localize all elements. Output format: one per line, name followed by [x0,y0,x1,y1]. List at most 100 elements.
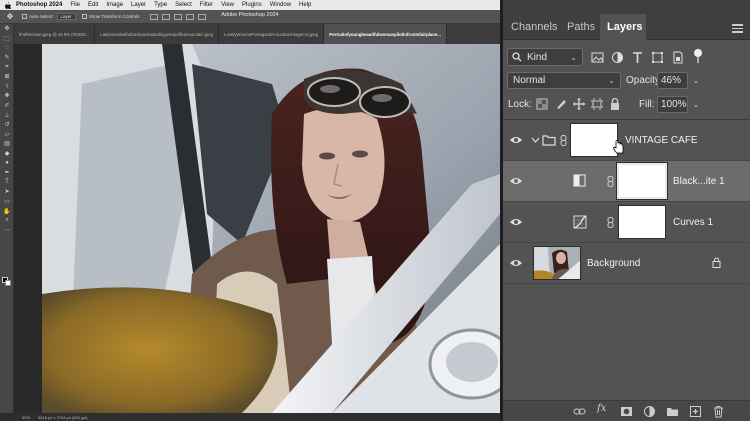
link-icon[interactable] [607,217,614,228]
history-brush-tool-icon[interactable]: ↺ [0,120,14,130]
healing-brush-tool-icon[interactable]: ✚ [0,91,14,101]
chevron-down-icon[interactable] [531,136,540,144]
document-tab-active[interactable]: Portraitofyoungbeautifulwomanpilotinfron… [324,24,447,44]
add-mask-icon[interactable] [620,405,633,418]
menu-edit[interactable]: Edit [88,2,98,8]
eyedropper-tool-icon[interactable]: ⌇ [0,82,14,92]
link-icon[interactable] [607,176,614,187]
move-tool-icon[interactable]: ✥ [0,24,14,34]
lock-transparent-pixels-icon[interactable] [536,98,548,110]
delete-layer-icon[interactable] [712,405,725,418]
align-middle-icon[interactable] [197,13,206,20]
align-center-icon[interactable] [161,13,170,20]
eye-icon[interactable] [510,135,522,145]
filter-toggle-icon[interactable] [693,48,703,64]
move-tool-icon[interactable]: ✥ [4,12,16,22]
path-selection-tool-icon[interactable]: ➤ [0,187,14,197]
align-top-icon[interactable] [185,13,194,20]
auto-select-checkbox[interactable] [22,14,27,19]
eye-icon[interactable] [510,258,522,268]
more-tools-icon[interactable]: ⋯ [0,225,14,235]
panel-menu-icon[interactable] [732,24,743,33]
type-layer-filter-icon[interactable] [631,51,644,64]
layer-row-vintage-cafe[interactable]: VINTAGE CAFE [503,120,750,161]
opacity-input[interactable]: 46% [657,72,688,89]
layer-mask-thumbnail[interactable] [616,162,668,200]
menu-select[interactable]: Select [175,2,192,8]
pixel-layer-filter-icon[interactable] [591,51,604,64]
blend-mode-dropdown[interactable]: Normal ⌄ [507,72,621,89]
clone-stamp-tool-icon[interactable]: ⊥ [0,110,14,120]
lock-icon[interactable] [712,257,721,268]
apple-icon[interactable] [3,1,12,9]
menu-view[interactable]: View [221,2,234,8]
lock-position-icon[interactable] [573,98,585,110]
layer-row-background[interactable]: Background [503,243,750,284]
tab-layers[interactable]: Layers [607,21,642,33]
marquee-tool-icon[interactable]: ⬚ [0,34,14,44]
layer-name[interactable]: Curves 1 [673,217,713,228]
brush-tool-icon[interactable]: ✐ [0,101,14,111]
layer-thumbnail[interactable] [533,246,581,280]
lock-image-pixels-icon[interactable] [555,98,567,110]
menu-window[interactable]: Window [270,2,291,8]
lasso-tool-icon[interactable]: ◌ [0,43,14,53]
layer-mask-thumbnail[interactable] [618,205,666,239]
canvas-area[interactable] [14,44,500,413]
filter-kind-dropdown[interactable]: Kind ⌄ [507,48,583,66]
menu-file[interactable]: File [70,2,80,8]
show-transform-checkbox[interactable] [81,14,87,19]
fx-icon[interactable]: fx [597,403,610,416]
frame-tool-icon[interactable]: ⊠ [0,72,14,82]
zoom-tool-icon[interactable]: ⌕ [0,216,14,226]
fill-input[interactable]: 100% [657,96,688,113]
layer-name[interactable]: Background [587,258,640,269]
menu-layer[interactable]: Layer [131,2,146,8]
menu-plugins[interactable]: Plugins [242,2,262,8]
background-color-swatch[interactable] [5,280,11,286]
document-tab[interactable]: tFullWoman.jpeg @ 46.8% (RGB/8... [14,24,96,44]
layer-row-curves[interactable]: Curves 1 [503,202,750,243]
gradient-tool-icon[interactable]: ▤ [0,139,14,149]
hand-tool-icon[interactable]: ✋ [0,206,14,216]
eye-icon[interactable] [510,217,522,227]
layer-mask-thumbnail[interactable] [570,123,618,157]
fill-slider-toggle-icon[interactable]: ⌄ [690,96,702,113]
dodge-tool-icon[interactable]: ● [0,158,14,168]
lock-all-icon[interactable] [609,98,621,110]
menu-filter[interactable]: Filter [200,2,213,8]
shape-layer-filter-icon[interactable] [651,51,664,64]
adjustment-layer-filter-icon[interactable] [611,51,624,64]
crop-tool-icon[interactable]: ⌗ [0,62,14,72]
menu-help[interactable]: Help [299,2,311,8]
type-tool-icon[interactable]: T [0,178,14,188]
auto-select-dropdown[interactable]: Layer [56,13,76,20]
tab-channels[interactable]: Channels [511,21,557,33]
document-tab[interactable]: LovelyWomanPosingandAroundaVintageCar.jp… [219,24,325,44]
pen-tool-icon[interactable]: ✒ [0,168,14,178]
menu-image[interactable]: Image [106,2,123,8]
link-icon[interactable] [560,135,567,146]
blur-tool-icon[interactable]: ◆ [0,149,14,159]
align-left-icon[interactable] [149,13,158,20]
smart-object-filter-icon[interactable] [671,51,684,64]
rectangle-tool-icon[interactable]: ▭ [0,197,14,207]
menu-app[interactable]: Photoshop 2024 [16,2,62,8]
new-group-icon[interactable] [666,405,679,418]
eraser-tool-icon[interactable]: ▱ [0,130,14,140]
document-image[interactable] [42,44,500,413]
layer-row-black-white[interactable]: Black...ite 1 [503,161,750,202]
zoom-level[interactable]: 50% [22,415,30,420]
align-right-icon[interactable] [173,13,182,20]
opacity-slider-toggle-icon[interactable]: ⌄ [690,72,702,89]
quick-select-tool-icon[interactable]: ✎ [0,53,14,63]
eye-icon[interactable] [510,176,522,186]
layer-name[interactable]: VINTAGE CAFE [625,135,698,146]
new-adjustment-layer-icon[interactable] [643,405,656,418]
lock-artboard-icon[interactable] [591,98,603,110]
document-tab[interactable]: Ladytouristwithabackpackstandingontopoft… [95,24,219,44]
new-layer-icon[interactable] [689,405,702,418]
link-layers-icon[interactable] [573,405,586,418]
layer-name[interactable]: Black...ite 1 [673,176,725,187]
menu-type[interactable]: Type [154,2,167,8]
